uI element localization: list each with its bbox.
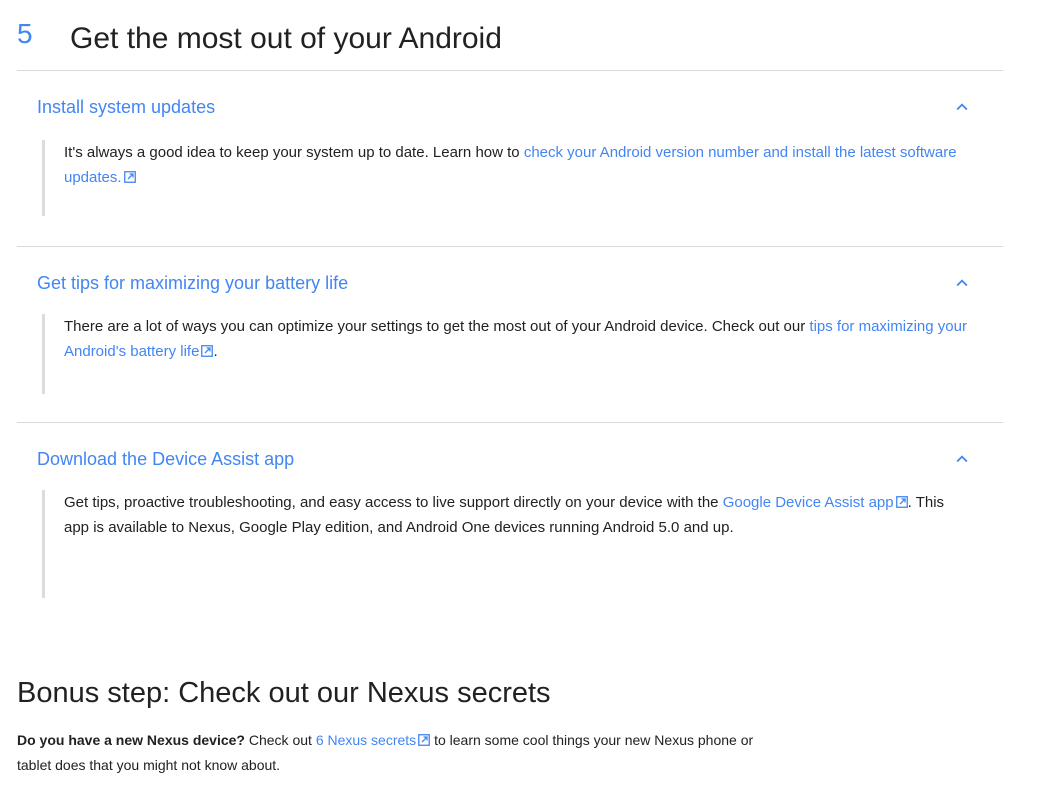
section-toggle-install-system-updates[interactable]: Install system updates bbox=[17, 88, 1003, 124]
section-body: Get tips, proactive troubleshooting, and… bbox=[42, 490, 972, 598]
section-title[interactable]: Install system updates bbox=[37, 96, 215, 118]
external-link-icon bbox=[123, 171, 136, 183]
bonus-bold-text: Do you have a new Nexus device? bbox=[17, 732, 245, 748]
external-link-icon bbox=[418, 734, 431, 746]
link-text[interactable]: 6 Nexus secrets bbox=[316, 732, 416, 748]
step-title: Get the most out of your Android bbox=[70, 22, 502, 55]
section-body-text: There are a lot of ways you can optimize… bbox=[64, 318, 810, 335]
chevron-up-icon[interactable] bbox=[951, 272, 973, 294]
bonus-text: Do you have a new Nexus device? Check ou… bbox=[17, 728, 777, 778]
section-body-text: Get tips, proactive troubleshooting, and… bbox=[64, 494, 723, 511]
section-device-assist: Download the Device Assist app Get tips,… bbox=[17, 440, 1003, 600]
chevron-up-icon[interactable] bbox=[951, 448, 973, 470]
section-body: There are a lot of ways you can optimize… bbox=[42, 314, 972, 394]
section-body: It's always a good idea to keep your sys… bbox=[42, 140, 972, 216]
section-battery-tips: Get tips for maximizing your battery lif… bbox=[17, 264, 1003, 423]
section-body-text-after: . bbox=[213, 343, 218, 360]
nexus-secrets-link[interactable]: 6 Nexus secrets bbox=[316, 732, 431, 748]
link-text[interactable]: Google Device Assist app bbox=[723, 494, 894, 511]
section-toggle-battery-tips[interactable]: Get tips for maximizing your battery lif… bbox=[17, 264, 1003, 300]
section-toggle-device-assist[interactable]: Download the Device Assist app bbox=[17, 440, 1003, 476]
external-link-icon bbox=[201, 345, 214, 357]
bonus-text-before: Check out bbox=[244, 732, 316, 748]
section-title[interactable]: Get tips for maximizing your battery lif… bbox=[37, 272, 348, 294]
external-link-icon bbox=[895, 496, 908, 508]
section-body-text: It's always a good idea to keep your sys… bbox=[64, 144, 524, 161]
chevron-up-icon[interactable] bbox=[951, 96, 973, 118]
step-number: 5 bbox=[17, 18, 33, 49]
bonus-title: Bonus step: Check out our Nexus secrets bbox=[17, 677, 551, 709]
step-header: 5 Get the most out of your Android bbox=[17, 18, 1003, 71]
device-assist-link[interactable]: Google Device Assist app bbox=[723, 494, 908, 511]
section-title[interactable]: Download the Device Assist app bbox=[37, 448, 294, 470]
help-article: 5 Get the most out of your Android Insta… bbox=[0, 0, 1047, 806]
section-install-system-updates: Install system updates It's always a goo… bbox=[17, 88, 1003, 247]
